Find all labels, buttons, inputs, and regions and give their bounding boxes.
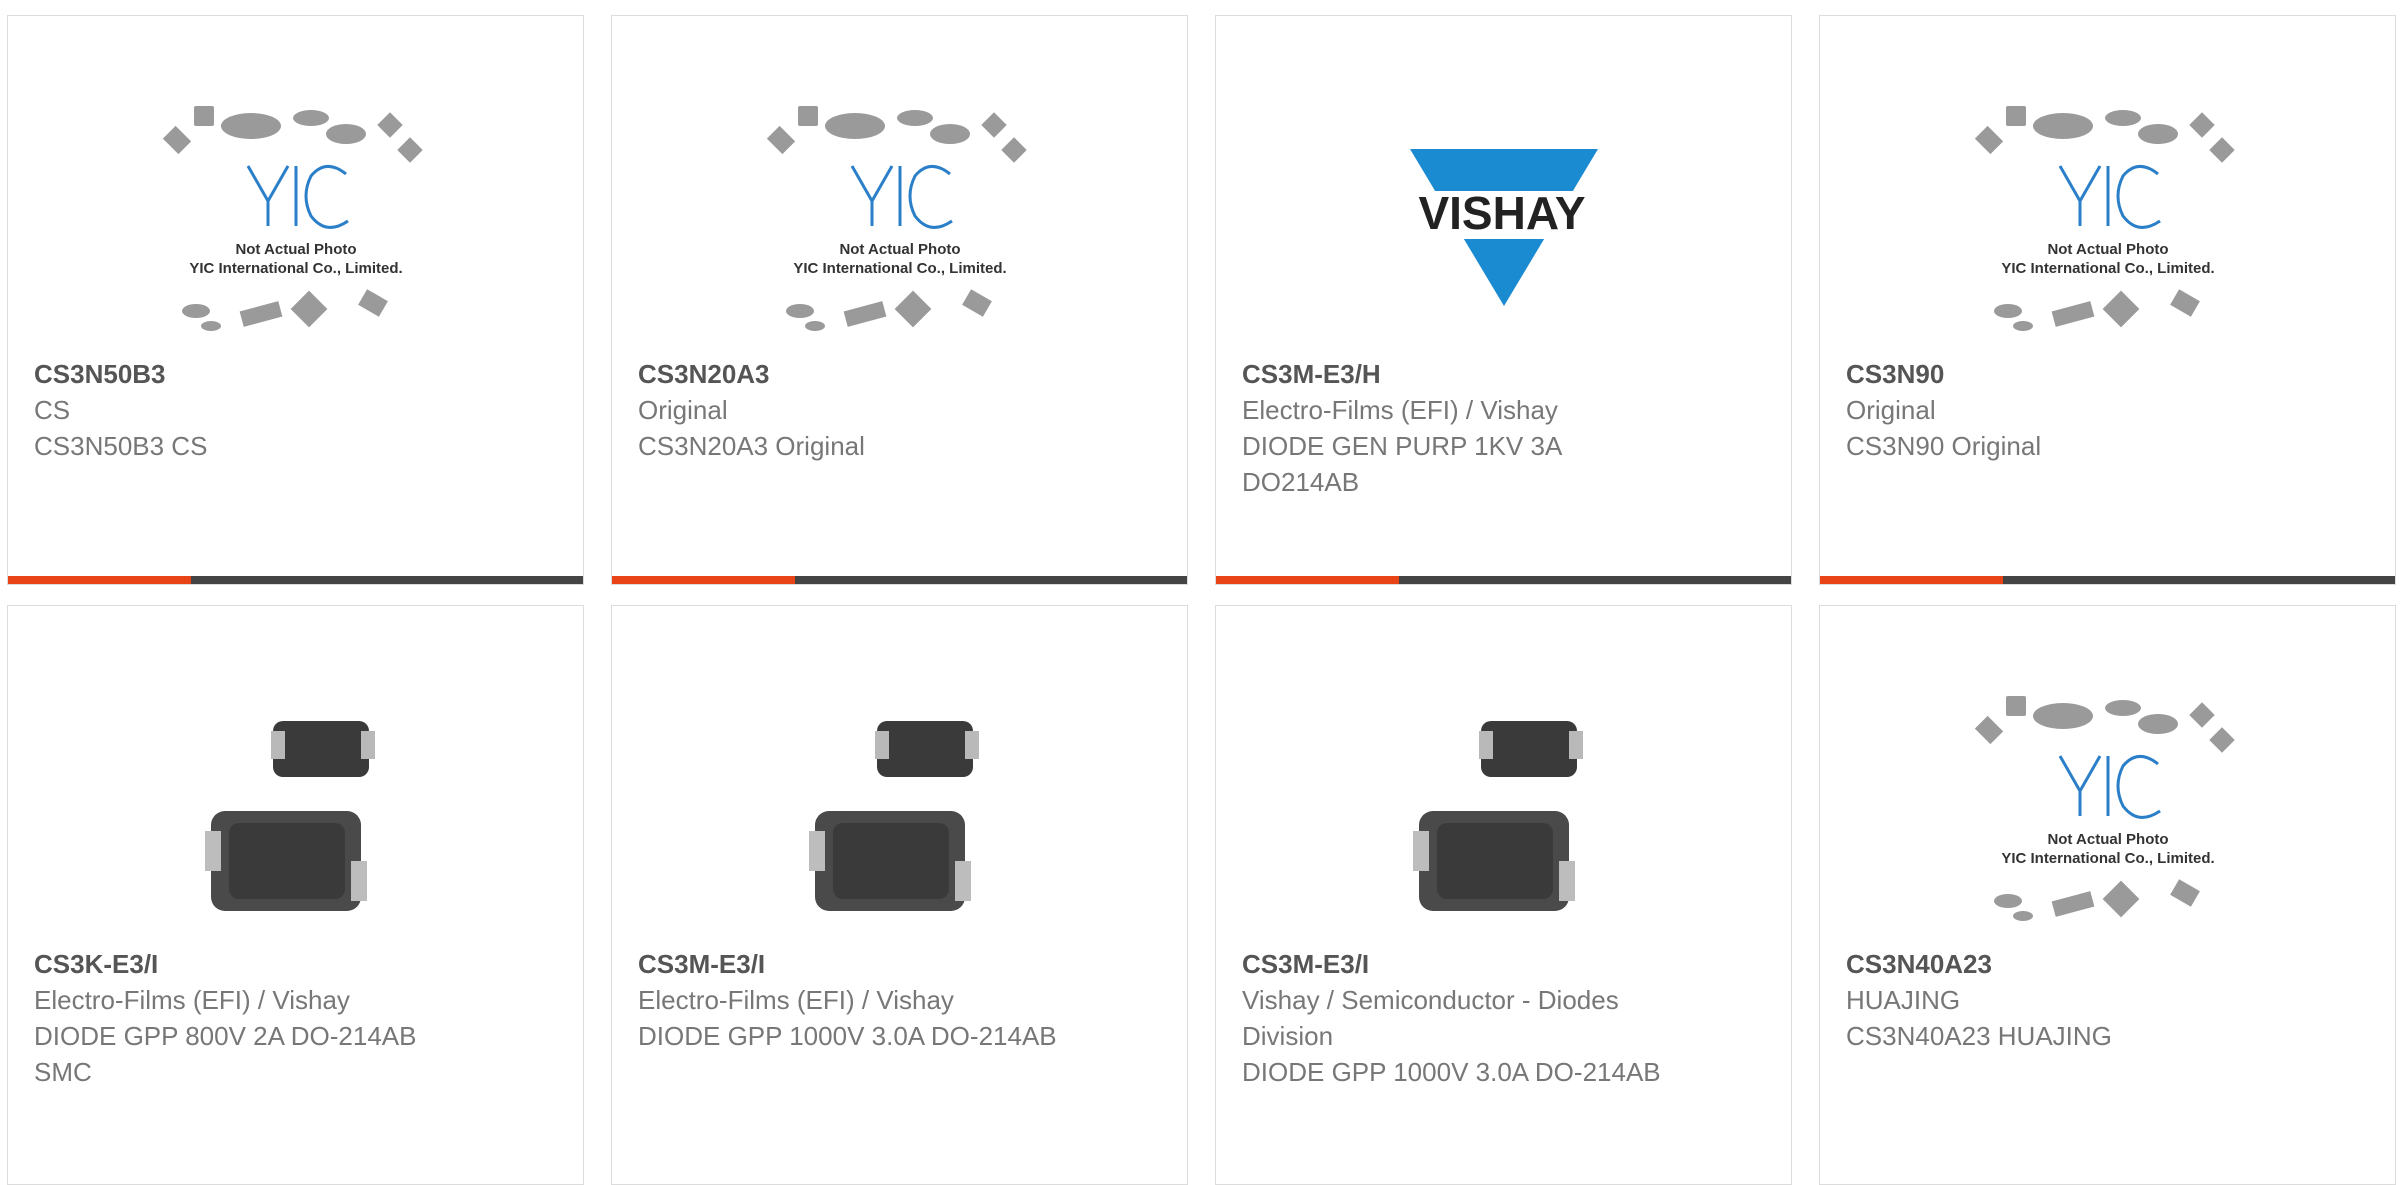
vishay-logo-text: VISHAY — [1418, 187, 1585, 239]
description: DIODE GEN PURP 1KV 3A DO214AB — [1242, 431, 1561, 497]
product-card[interactable]: Not Actual Photo YIC International Co., … — [1819, 605, 2396, 1185]
manufacturer: Original — [1846, 395, 1936, 425]
manufacturer: Electro-Films (EFI) / Vishay — [34, 985, 350, 1015]
card-bar — [612, 576, 1187, 584]
product-image — [612, 676, 1187, 956]
part-number[interactable]: CS3M-E3/I — [1242, 946, 1765, 982]
yic-placeholder-line2: YIC International Co., Limited. — [2001, 260, 2214, 277]
description: CS3N50B3 CS — [34, 431, 208, 461]
description: DIODE GPP 800V 2A DO-214AB SMC — [34, 1021, 417, 1087]
description: CS3N20A3 Original — [638, 431, 865, 461]
product-image: Not Actual Photo YIC International Co., … — [1820, 86, 2395, 366]
product-image — [1216, 676, 1791, 956]
description: DIODE GPP 1000V 3.0A DO-214AB — [1242, 1057, 1661, 1087]
product-card[interactable]: CS3M-E3/I Electro-Films (EFI) / Vishay D… — [611, 605, 1188, 1185]
yic-placeholder-line1: Not Actual Photo — [839, 241, 960, 258]
part-number[interactable]: CS3N20A3 — [638, 356, 1161, 392]
yic-placeholder-line1: Not Actual Photo — [2047, 241, 2168, 258]
manufacturer: Vishay / Semiconductor - Diodes Division — [1242, 985, 1619, 1051]
yic-placeholder-line1: Not Actual Photo — [235, 241, 356, 258]
card-bar-accent — [8, 576, 191, 584]
product-card[interactable]: VISHAY CS3M-E3/H Electro-Films (EFI) / V… — [1215, 15, 1792, 585]
product-card[interactable]: CS3K-E3/I Electro-Films (EFI) / Vishay D… — [7, 605, 584, 1185]
card-bar — [1820, 576, 2395, 584]
manufacturer: HUAJING — [1846, 985, 1961, 1015]
manufacturer: Electro-Films (EFI) / Vishay — [638, 985, 954, 1015]
description: DIODE GPP 1000V 3.0A DO-214AB — [638, 1021, 1057, 1051]
smd-diode-photo — [808, 721, 979, 911]
yic-placeholder-line2: YIC International Co., Limited. — [189, 260, 402, 277]
product-image: Not Actual Photo YIC International Co., … — [8, 86, 583, 366]
vishay-logo: VISHAY — [1403, 149, 1604, 306]
part-number[interactable]: CS3N90 — [1846, 356, 2369, 392]
part-number[interactable]: CS3N40A23 — [1846, 946, 2369, 982]
product-grid: Not Actual Photo YIC International Co., … — [0, 0, 2400, 1185]
part-number[interactable]: CS3M-E3/H — [1242, 356, 1765, 392]
product-image — [8, 676, 583, 956]
product-card[interactable]: CS3M-E3/I Vishay / Semiconductor - Diode… — [1215, 605, 1792, 1185]
yic-placeholder-icon: Not Actual Photo YIC International Co., … — [1974, 106, 2235, 331]
part-number[interactable]: CS3K-E3/I — [34, 946, 557, 982]
description: CS3N90 Original — [1846, 431, 2042, 461]
yic-placeholder-icon: Not Actual Photo YIC International Co., … — [1974, 696, 2235, 921]
product-card[interactable]: Not Actual Photo YIC International Co., … — [1819, 15, 2396, 585]
manufacturer: Original — [638, 395, 728, 425]
yic-placeholder-line2: YIC International Co., Limited. — [793, 260, 1006, 277]
smd-diode-photo — [1412, 721, 1583, 911]
product-card[interactable]: Not Actual Photo YIC International Co., … — [611, 15, 1188, 585]
product-card[interactable]: Not Actual Photo YIC International Co., … — [7, 15, 584, 585]
smd-diode-photo — [204, 721, 375, 911]
yic-placeholder-line1: Not Actual Photo — [2047, 831, 2168, 848]
card-bar — [8, 576, 583, 584]
card-bar — [1216, 576, 1791, 584]
card-bar-accent — [1216, 576, 1399, 584]
manufacturer: Electro-Films (EFI) / Vishay — [1242, 395, 1558, 425]
description: CS3N40A23 HUAJING — [1846, 1021, 2112, 1051]
part-number[interactable]: CS3N50B3 — [34, 356, 557, 392]
card-bar-accent — [612, 576, 795, 584]
yic-placeholder-icon: Not Actual Photo YIC International Co., … — [162, 106, 423, 331]
part-number[interactable]: CS3M-E3/I — [638, 946, 1161, 982]
product-image: Not Actual Photo YIC International Co., … — [1820, 676, 2395, 956]
product-image: VISHAY — [1216, 86, 1791, 366]
yic-placeholder-line2: YIC International Co., Limited. — [2001, 850, 2214, 867]
manufacturer: CS — [34, 395, 71, 425]
product-image: Not Actual Photo YIC International Co., … — [612, 86, 1187, 366]
yic-placeholder-icon: Not Actual Photo YIC International Co., … — [766, 106, 1027, 331]
card-bar-accent — [1820, 576, 2003, 584]
